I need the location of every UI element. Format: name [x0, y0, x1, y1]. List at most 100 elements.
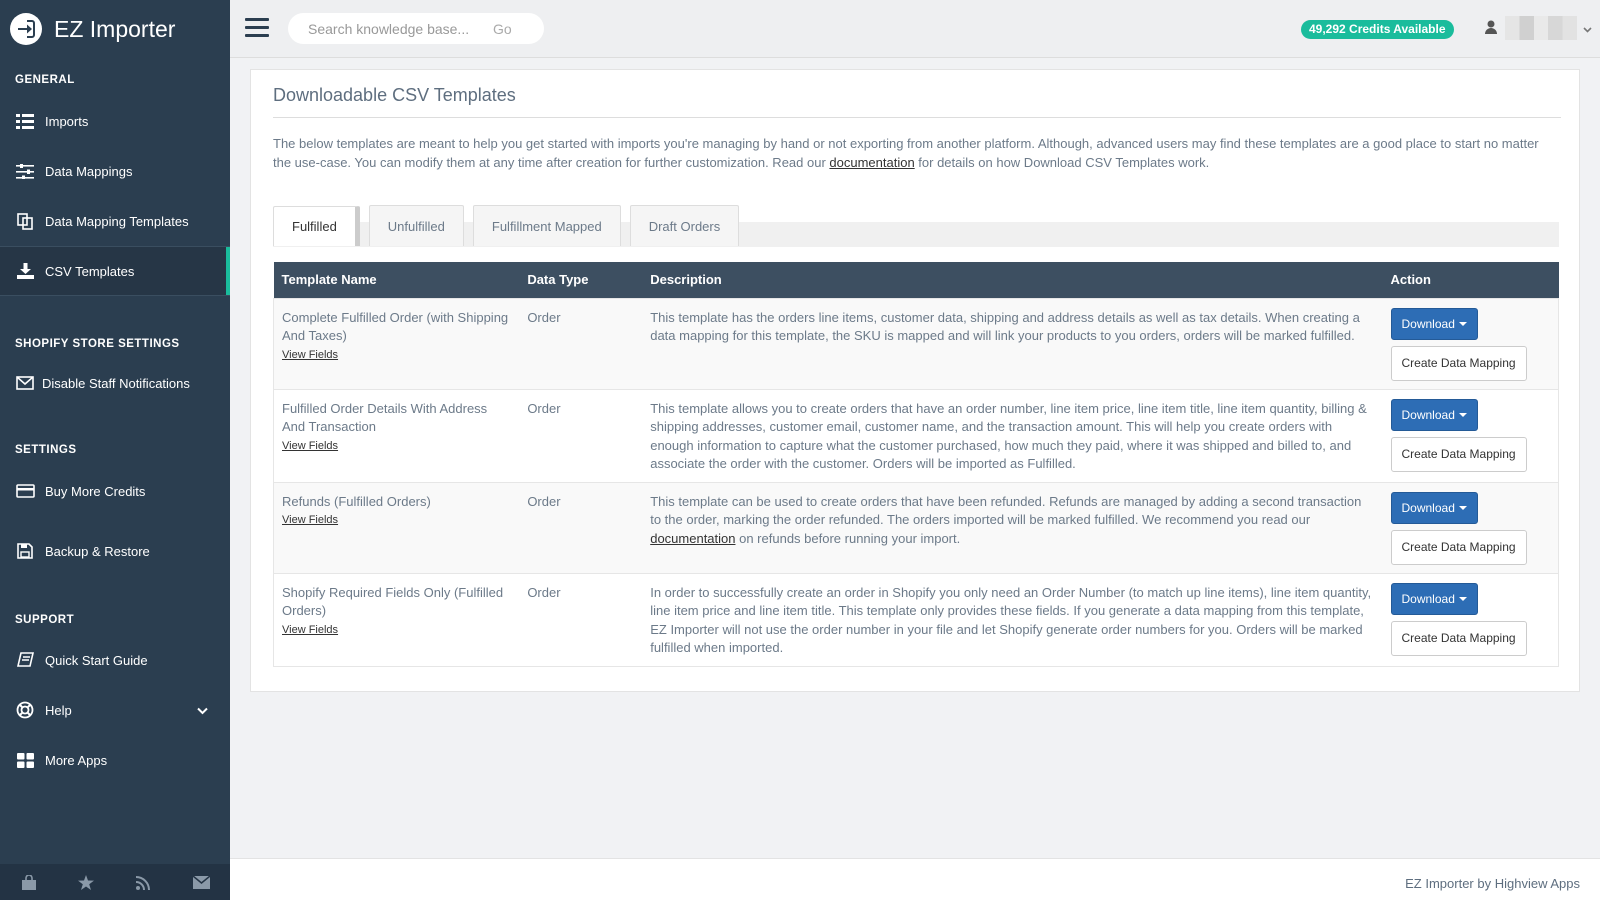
rss-icon[interactable]	[134, 872, 154, 892]
user-name-redacted	[1505, 16, 1577, 40]
caret-down-icon	[1458, 506, 1467, 511]
column-header-template-name[interactable]: Template Name	[273, 262, 520, 298]
documentation-link[interactable]: documentation	[829, 155, 914, 170]
documentation-link[interactable]: documentation	[650, 531, 735, 546]
section-title: GENERAL	[15, 74, 75, 86]
shop-icon[interactable]	[19, 872, 39, 892]
life-ring-icon	[15, 701, 35, 719]
view-fields-link[interactable]: View Fields	[282, 437, 511, 456]
description-text: This template can be used to create orde…	[650, 493, 1362, 528]
star-icon[interactable]	[76, 872, 96, 892]
tab-fulfilled[interactable]: Fulfilled	[273, 206, 360, 246]
brand[interactable]: EZ Importer	[0, 0, 230, 58]
download-icon	[15, 262, 35, 280]
create-data-mapping-button[interactable]: Create Data Mapping	[1390, 346, 1527, 381]
page-footer: EZ Importer by Highview Apps	[230, 858, 1600, 900]
csv-templates-panel: Downloadable CSV Templates The below tem…	[250, 69, 1580, 692]
intro-text: The below templates are meant to help yo…	[273, 134, 1553, 172]
chevron-down-icon	[197, 703, 208, 718]
section-title: SHOPIFY STORE SETTINGS	[15, 338, 180, 350]
user-menu[interactable]	[1485, 16, 1592, 40]
tab-unfulfilled[interactable]: Unfulfilled	[368, 205, 464, 246]
credit-card-icon	[15, 482, 35, 500]
download-label: Download	[1401, 591, 1455, 606]
section-title: SUPPORT	[15, 614, 75, 626]
view-fields-link[interactable]: View Fields	[282, 621, 511, 640]
sidebar-item-backup-restore[interactable]: Backup & Restore	[0, 526, 230, 576]
view-fields-link[interactable]: View Fields	[282, 346, 511, 365]
section-general: GENERAL	[0, 74, 230, 86]
chevron-down-icon	[1583, 21, 1592, 36]
description-cell: This template has the orders line items,…	[642, 297, 1383, 390]
sliders-icon	[15, 162, 35, 180]
view-fields-link[interactable]: View Fields	[282, 511, 511, 530]
sidebar-item-disable-staff-notifications[interactable]: Disable Staff Notifications	[0, 358, 230, 408]
data-type-cell: Order	[519, 388, 643, 483]
user-icon	[1485, 20, 1497, 37]
search-box: Go	[288, 13, 544, 44]
templates-table: Template Name Data Type Description Acti…	[273, 262, 1559, 667]
create-data-mapping-button[interactable]: Create Data Mapping	[1390, 437, 1527, 472]
template-tabs: Fulfilled Unfulfilled Fulfillment Mapped…	[273, 205, 748, 246]
sidebar-item-label: Buy More Credits	[45, 483, 146, 499]
description-text: on refunds before running your import.	[735, 530, 961, 546]
template-name: Fulfilled Order Details With Address And…	[282, 400, 488, 435]
data-type-cell: Order	[519, 572, 643, 667]
create-data-mapping-button[interactable]: Create Data Mapping	[1390, 530, 1527, 565]
tab-fulfillment-mapped[interactable]: Fulfillment Mapped	[472, 205, 621, 246]
sidebar-item-data-mappings[interactable]: Data Mappings	[0, 146, 230, 196]
sidebar-item-data-mapping-templates[interactable]: Data Mapping Templates	[0, 196, 230, 246]
action-cell: Download Create Data Mapping	[1382, 388, 1559, 483]
template-name-cell: Shopify Required Fields Only (Fulfilled …	[273, 572, 520, 667]
table-row: Complete Fulfilled Order (with Shipping …	[273, 297, 1559, 390]
sidebar: EZ Importer GENERAL Imports Data Mapping…	[0, 0, 230, 900]
menu-toggle-icon[interactable]	[245, 18, 269, 38]
download-button[interactable]: Download	[1390, 307, 1478, 340]
caret-down-icon	[1458, 322, 1467, 327]
credits-badge[interactable]: 49,292 Credits Available	[1301, 20, 1454, 39]
sidebar-item-label: More Apps	[45, 752, 108, 768]
action-cell: Download Create Data Mapping	[1382, 481, 1559, 574]
grid-icon	[15, 751, 35, 769]
column-header-action: Action	[1382, 262, 1559, 298]
envelope-icon	[15, 374, 35, 392]
sidebar-item-imports[interactable]: Imports	[0, 96, 230, 146]
intro-text-part: for details on how Download CSV Template…	[914, 155, 1210, 170]
mail-icon[interactable]	[191, 872, 211, 892]
download-button[interactable]: Download	[1390, 398, 1478, 431]
column-header-description[interactable]: Description	[642, 262, 1383, 298]
template-name: Complete Fulfilled Order (with Shipping …	[282, 309, 509, 344]
download-button[interactable]: Download	[1390, 491, 1478, 524]
sidebar-item-quick-start-guide[interactable]: Quick Start Guide	[0, 635, 230, 685]
description-cell: This template allows you to create order…	[642, 388, 1383, 483]
description-cell: This template can be used to create orde…	[642, 481, 1383, 574]
table-row: Shopify Required Fields Only (Fulfilled …	[273, 572, 1559, 667]
topbar: Go 49,292 Credits Available	[230, 0, 1600, 58]
template-name: Refunds (Fulfilled Orders)	[282, 493, 431, 509]
data-type-cell: Order	[519, 297, 643, 390]
sidebar-item-csv-templates[interactable]: CSV Templates	[0, 246, 230, 296]
search-input[interactable]	[288, 20, 493, 37]
copy-icon	[15, 212, 35, 230]
table-header-row: Template Name Data Type Description Acti…	[273, 262, 1559, 298]
column-header-data-type[interactable]: Data Type	[519, 262, 643, 298]
tab-draft-orders[interactable]: Draft Orders	[629, 205, 740, 246]
download-label: Download	[1401, 316, 1455, 331]
data-type-cell: Order	[519, 481, 643, 574]
sign-in-icon	[10, 13, 42, 45]
template-name-cell: Refunds (Fulfilled Orders) View Fields	[273, 481, 520, 574]
create-data-mapping-button[interactable]: Create Data Mapping	[1390, 621, 1527, 656]
sidebar-item-help[interactable]: Help	[0, 685, 230, 735]
caret-down-icon	[1458, 413, 1467, 418]
sidebar-item-label: Quick Start Guide	[45, 652, 148, 668]
sidebar-item-more-apps[interactable]: More Apps	[0, 735, 230, 785]
search-go-button[interactable]: Go	[493, 21, 512, 37]
app-title: EZ Importer	[54, 15, 176, 42]
sidebar-item-buy-more-credits[interactable]: Buy More Credits	[0, 466, 230, 516]
download-button[interactable]: Download	[1390, 582, 1478, 615]
description-cell: In order to successfully create an order…	[642, 572, 1383, 667]
footer-text: EZ Importer by Highview Apps	[1405, 876, 1580, 891]
table-row: Fulfilled Order Details With Address And…	[273, 388, 1559, 483]
save-icon	[15, 542, 35, 560]
template-name: Shopify Required Fields Only (Fulfilled …	[282, 584, 504, 619]
